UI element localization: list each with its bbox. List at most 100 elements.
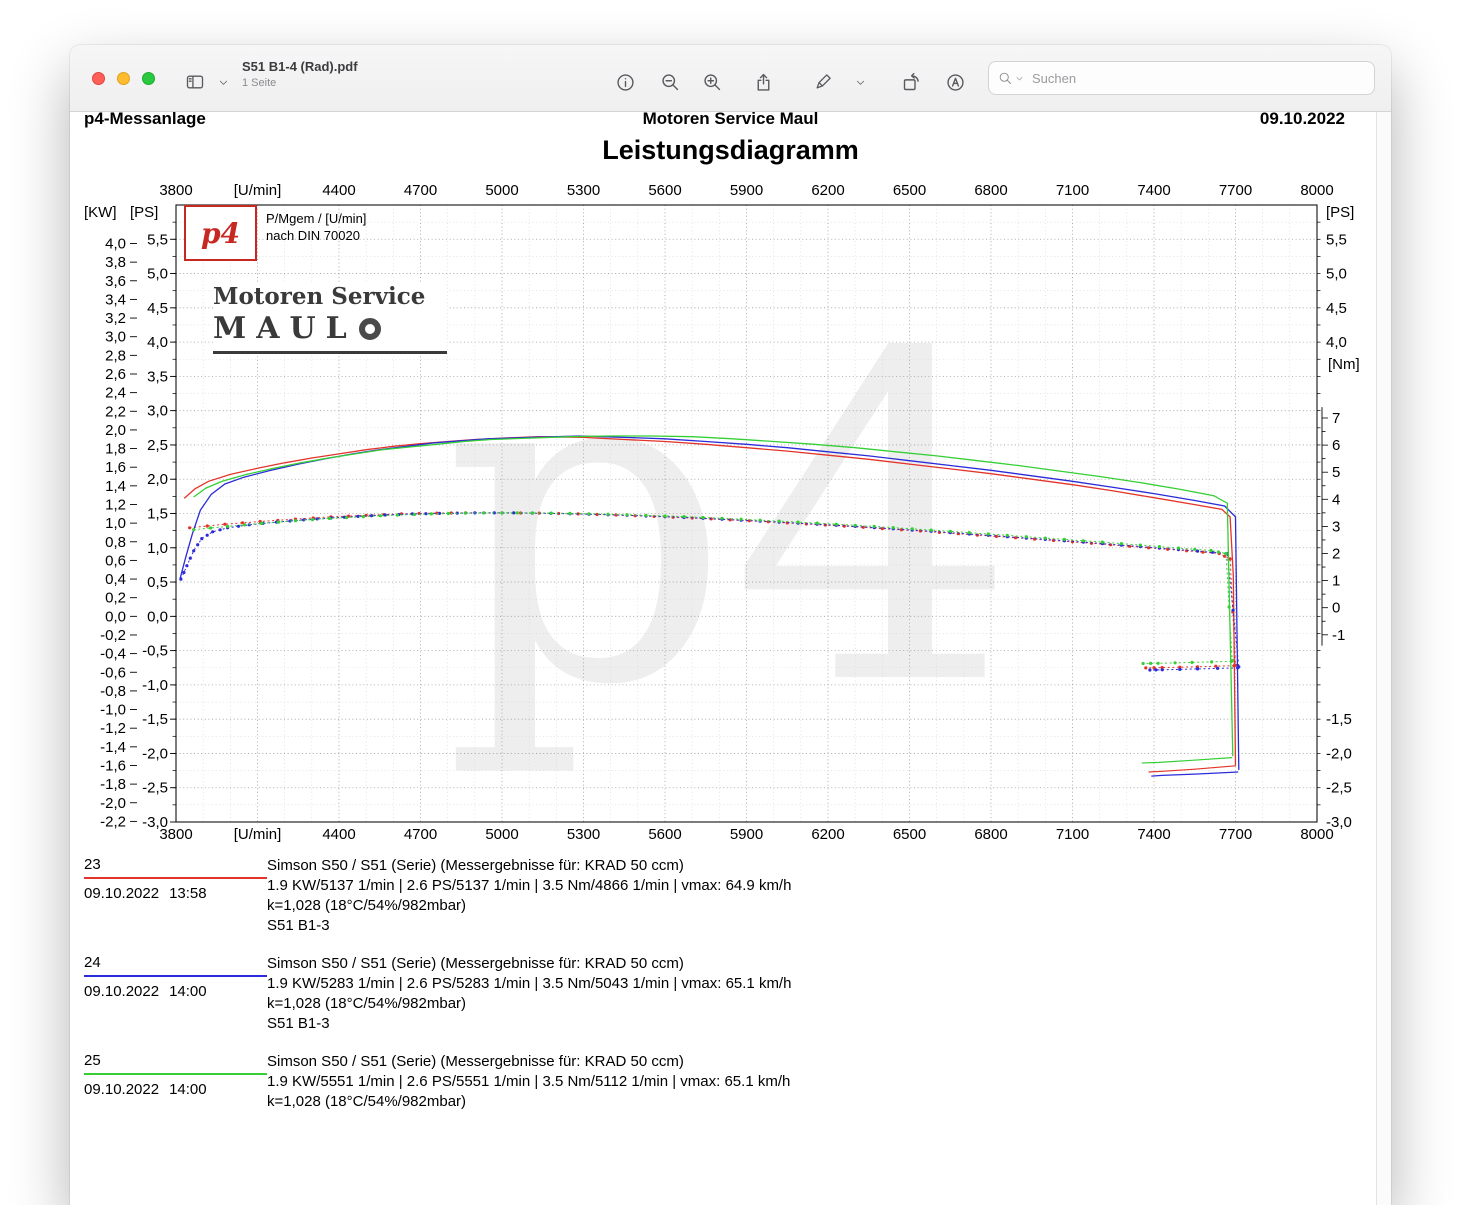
svg-text:3: 3 — [1332, 518, 1340, 535]
markup-pen-icon — [813, 72, 833, 92]
svg-text:-0,5: -0,5 — [142, 643, 168, 660]
svg-text:-1,5: -1,5 — [142, 711, 168, 728]
run-vehicle: Simson S50 / S51 (Serie) (Messergebnisse… — [267, 954, 1374, 974]
svg-text:1,5: 1,5 — [147, 506, 168, 523]
p4-logo: p4 — [201, 217, 240, 250]
svg-text:0,4: 0,4 — [105, 571, 126, 588]
svg-text:0,8: 0,8 — [105, 534, 126, 551]
svg-text:2,0: 2,0 — [147, 471, 168, 488]
svg-text:-2,5: -2,5 — [1326, 780, 1352, 797]
svg-text:0,5: 0,5 — [147, 574, 168, 591]
svg-text:-0,8: -0,8 — [100, 683, 126, 700]
search-icon — [998, 71, 1013, 86]
zoom-button[interactable] — [142, 72, 155, 85]
run-label: S51 B1-3 — [267, 1014, 1374, 1034]
svg-text:5,0: 5,0 — [1326, 266, 1347, 283]
info-button[interactable] — [608, 67, 642, 97]
svg-text:6800: 6800 — [974, 826, 1007, 843]
svg-text:3,5: 3,5 — [147, 368, 168, 385]
svg-text:3,0: 3,0 — [147, 403, 168, 420]
svg-text:-2,0: -2,0 — [100, 795, 126, 812]
rotate-button[interactable] — [894, 67, 928, 97]
svg-text:-2,5: -2,5 — [142, 780, 168, 797]
search-field[interactable] — [988, 61, 1375, 95]
markup-button[interactable] — [806, 67, 840, 97]
svg-text:4,0: 4,0 — [105, 235, 126, 252]
svg-text:3,0: 3,0 — [105, 329, 126, 346]
legend-line1: P/Mgem / [U/min] — [266, 210, 366, 227]
share-button[interactable] — [746, 67, 780, 97]
sidebar-toggle-button[interactable] — [178, 67, 212, 97]
run-correction: k=1,028 (18°C/54%/982mbar) — [267, 1092, 1374, 1112]
run-color-rule — [84, 1073, 267, 1075]
svg-text:4,0: 4,0 — [1326, 334, 1347, 351]
svg-text:4700: 4700 — [404, 826, 437, 843]
preview-window: S51 B1-4 (Rad).pdf 1 Seite — [70, 45, 1391, 1205]
svg-text:5900: 5900 — [730, 182, 763, 199]
svg-text:1,6: 1,6 — [105, 459, 126, 476]
zoom-out-icon — [660, 72, 681, 93]
window-title: S51 B1-4 (Rad).pdf — [242, 59, 358, 74]
svg-text:1,8: 1,8 — [105, 441, 126, 458]
titlebar[interactable]: S51 B1-4 (Rad).pdf 1 Seite — [70, 45, 1391, 112]
zoom-in-button[interactable] — [695, 67, 729, 97]
info-icon — [615, 72, 636, 93]
svg-text:-0,4: -0,4 — [100, 646, 126, 663]
run-color-rule — [84, 975, 267, 977]
run-values: 1.9 KW/5283 1/min | 2.6 PS/5283 1/min | … — [267, 974, 1374, 994]
close-button[interactable] — [92, 72, 105, 85]
svg-text:[PS]: [PS] — [1326, 204, 1354, 221]
run-label: S51 B1-3 — [267, 916, 1374, 936]
run-block-25: 25 09.10.202214:00 Simson S50 / S51 (Ser… — [84, 1052, 1374, 1112]
svg-text:5,5: 5,5 — [1326, 231, 1347, 248]
svg-text:-1,0: -1,0 — [100, 702, 126, 719]
run-correction: k=1,028 (18°C/54%/982mbar) — [267, 994, 1374, 1014]
svg-text:-1,6: -1,6 — [100, 757, 126, 774]
svg-text:2,6: 2,6 — [105, 366, 126, 383]
p4-logo-box: p4 — [184, 205, 257, 261]
run-vehicle: Simson S50 / S51 (Serie) (Messergebnisse… — [267, 856, 1374, 876]
svg-text:7100: 7100 — [1056, 182, 1089, 199]
svg-text:-3,0: -3,0 — [142, 814, 168, 831]
svg-text:0,6: 0,6 — [105, 552, 126, 569]
window-title-block: S51 B1-4 (Rad).pdf 1 Seite — [242, 59, 358, 89]
chart-legend: P/Mgem / [U/min] nach DIN 70020 — [266, 210, 366, 244]
svg-text:0,2: 0,2 — [105, 590, 126, 607]
dyno-chart-plot: p438003800[U/min][U/min]4400440047004700… — [70, 165, 1391, 865]
svg-text:8000: 8000 — [1300, 182, 1333, 199]
run-vehicle: Simson S50 / S51 (Serie) (Messergebnisse… — [267, 1052, 1374, 1072]
annotation-button[interactable] — [938, 67, 972, 97]
zoom-out-button[interactable] — [653, 67, 687, 97]
svg-text:5300: 5300 — [567, 182, 600, 199]
svg-text:6800: 6800 — [974, 182, 1007, 199]
svg-text:3,4: 3,4 — [105, 291, 126, 308]
run-values: 1.9 KW/5551 1/min | 2.6 PS/5551 1/min | … — [267, 1072, 1374, 1092]
svg-text:-1,2: -1,2 — [100, 720, 126, 737]
svg-text:5000: 5000 — [485, 182, 518, 199]
svg-text:[PS]: [PS] — [130, 204, 158, 221]
svg-text:1,2: 1,2 — [105, 496, 126, 513]
search-options-chevron-icon — [1015, 74, 1024, 83]
svg-text:-2,2: -2,2 — [100, 813, 126, 830]
svg-text:3,8: 3,8 — [105, 254, 126, 271]
search-input[interactable] — [1030, 70, 1365, 87]
svg-text:4,0: 4,0 — [147, 334, 168, 351]
svg-text:1,0: 1,0 — [105, 515, 126, 532]
run-color-rule — [84, 877, 267, 879]
svg-text:4,5: 4,5 — [1326, 300, 1347, 317]
brand-logo: Motoren Service MAUL — [213, 283, 447, 354]
share-icon — [753, 72, 774, 93]
sidebar-options-button[interactable] — [214, 67, 232, 97]
run-results: Simson S50 / S51 (Serie) (Messergebnisse… — [267, 1052, 1374, 1112]
run-meta: 24 09.10.202214:00 — [84, 954, 267, 1034]
svg-text:2,5: 2,5 — [147, 437, 168, 454]
chevron-down-icon — [855, 77, 866, 88]
markup-options-button[interactable] — [851, 67, 869, 97]
window-subtitle: 1 Seite — [242, 77, 358, 89]
svg-text:3,2: 3,2 — [105, 310, 126, 327]
svg-text:3800: 3800 — [159, 182, 192, 199]
sidebar-icon — [184, 72, 206, 92]
legend-line2: nach DIN 70020 — [266, 227, 366, 244]
minimize-button[interactable] — [117, 72, 130, 85]
brand-line2: MAUL — [213, 311, 447, 346]
